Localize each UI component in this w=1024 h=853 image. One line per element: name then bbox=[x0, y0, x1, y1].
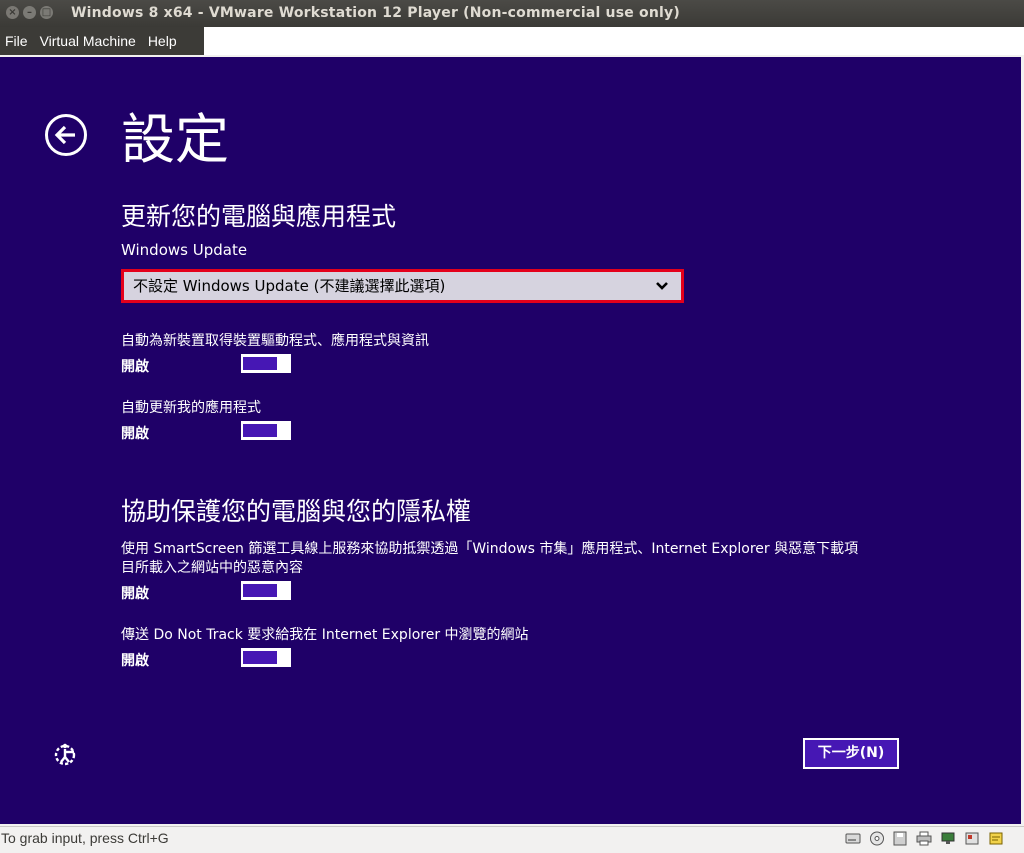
toggle-thumb bbox=[279, 581, 291, 600]
page-title: 設定 bbox=[121, 108, 229, 171]
section-title-updates: 更新您的電腦與應用程式 bbox=[121, 202, 397, 231]
setting-device-drivers-label: 自動為新裝置取得裝置驅動程式、應用程式與資訊 bbox=[121, 333, 429, 349]
setting-do-not-track-state: 開啟 bbox=[121, 653, 149, 669]
section-title-privacy: 協助保護您的電腦與您的隱私權 bbox=[121, 497, 472, 526]
back-button[interactable] bbox=[45, 114, 87, 156]
floppy-icon[interactable] bbox=[892, 831, 908, 846]
toggle-thumb bbox=[279, 648, 291, 667]
windows-update-dropdown[interactable]: 不設定 Windows Update (不建議選擇此選項) bbox=[121, 269, 684, 303]
setting-smartscreen-state: 開啟 bbox=[121, 586, 149, 602]
setting-app-updates-toggle[interactable] bbox=[241, 421, 291, 440]
setting-smartscreen-toggle[interactable] bbox=[241, 581, 291, 600]
windows-update-label: Windows Update bbox=[121, 241, 248, 259]
close-window-button[interactable]: × bbox=[6, 6, 19, 19]
toggle-fill bbox=[243, 424, 277, 437]
setting-device-drivers-state: 開啟 bbox=[121, 359, 149, 375]
hard-disk-icon[interactable] bbox=[845, 831, 861, 846]
toggle-thumb bbox=[279, 354, 291, 373]
chevron-down-icon bbox=[656, 282, 668, 290]
setting-do-not-track-toggle[interactable] bbox=[241, 648, 291, 667]
setting-app-updates-label: 自動更新我的應用程式 bbox=[121, 400, 261, 416]
dropdown-selected-value: 不設定 Windows Update (不建議選擇此選項) bbox=[133, 277, 446, 295]
setting-smartscreen-label-line2: 目所載入之網站中的惡意內容 bbox=[121, 560, 303, 576]
window-titlebar: × – □ Windows 8 x64 - VMware Workstation 1… bbox=[0, 0, 1024, 27]
toggle-thumb bbox=[279, 421, 291, 440]
status-text: To grab input, press Ctrl+G bbox=[1, 830, 169, 846]
setting-do-not-track-label: 傳送 Do Not Track 要求給我在 Internet Explorer … bbox=[121, 627, 529, 643]
cd-icon[interactable] bbox=[869, 831, 885, 846]
toggle-fill bbox=[243, 584, 277, 597]
printer-icon[interactable] bbox=[916, 831, 932, 846]
menu-virtual-machine[interactable]: Virtual Machine bbox=[35, 27, 143, 55]
message-icon[interactable] bbox=[988, 831, 1004, 846]
maximize-window-button[interactable]: □ bbox=[40, 6, 53, 19]
toggle-fill bbox=[243, 357, 277, 370]
menu-file[interactable]: File bbox=[0, 27, 35, 55]
menu-items: File Virtual Machine Help bbox=[0, 27, 204, 55]
setting-app-updates-state: 開啟 bbox=[121, 426, 149, 442]
setting-smartscreen-label-line1: 使用 SmartScreen 篩選工具線上服務來協助抵禦透過「Windows 市… bbox=[121, 541, 859, 557]
network-icon[interactable] bbox=[940, 831, 956, 846]
ease-of-access-icon[interactable] bbox=[52, 740, 80, 768]
sound-icon[interactable] bbox=[964, 831, 980, 846]
next-button[interactable]: 下一步(N) bbox=[803, 738, 899, 769]
back-arrow-icon bbox=[54, 125, 75, 145]
setting-device-drivers-toggle[interactable] bbox=[241, 354, 291, 373]
minimize-window-button[interactable]: – bbox=[23, 6, 36, 19]
status-bar: To grab input, press Ctrl+G bbox=[0, 826, 1024, 852]
device-icons bbox=[841, 831, 1004, 853]
menu-bar: File Virtual Machine Help bbox=[0, 27, 1024, 55]
window-title: Windows 8 x64 - VMware Workstation 12 Pl… bbox=[71, 5, 680, 21]
toggle-fill bbox=[243, 651, 277, 664]
guest-screen[interactable]: 設定 更新您的電腦與應用程式 Windows Update 不設定 Window… bbox=[0, 57, 1021, 824]
menu-help[interactable]: Help bbox=[143, 27, 184, 55]
